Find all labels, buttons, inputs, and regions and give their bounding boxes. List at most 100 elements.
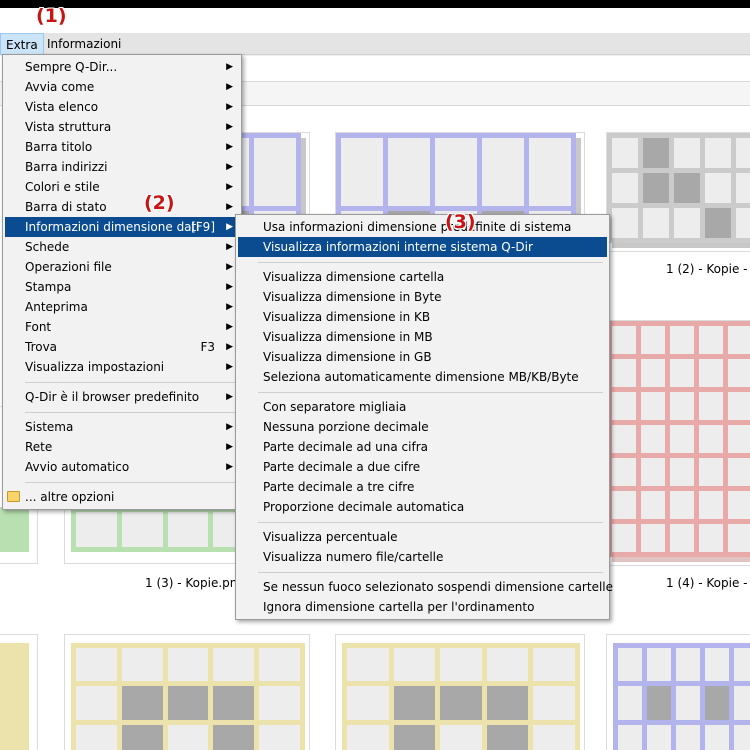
menu-item-label: Sempre Q-Dir... — [25, 60, 118, 74]
submenu-item-una-cifra[interactable]: Parte decimale ad una cifra — [238, 437, 607, 457]
menu-item-label: Avvia come — [25, 80, 95, 94]
thumbnail-yellow-1[interactable] — [64, 634, 310, 750]
submenu-arrow-icon: ▶ — [226, 392, 233, 402]
submenu-item-mb[interactable]: Visualizza dimensione in MB — [238, 327, 607, 347]
menu-item-shortcut: [F9] — [191, 220, 215, 234]
submenu-item-tre-cifre[interactable]: Parte decimale a tre cifre — [238, 477, 607, 497]
submenu-item-ignora-ordinamento[interactable]: Ignora dimensione cartella per l'ordinam… — [238, 597, 607, 617]
menu-item-label: Barra indirizzi — [25, 160, 108, 174]
folder-icon — [7, 491, 20, 502]
submenu-item-kb[interactable]: Visualizza dimensione in KB — [238, 307, 607, 327]
menu-item-label: Ignora dimensione cartella per l'ordinam… — [263, 600, 535, 614]
menu-item-sistema[interactable]: Sistema ▶ — [5, 417, 239, 437]
menu-extra[interactable]: Extra — [0, 33, 44, 55]
menu-item-trova[interactable]: Trova F3 ▶ — [5, 337, 239, 357]
menu-item-anteprima[interactable]: Anteprima ▶ — [5, 297, 239, 317]
submenu-item-percentuale[interactable]: Visualizza percentuale — [238, 527, 607, 547]
menu-item-label: Parte decimale a tre cifre — [263, 480, 415, 494]
menu-item-avvia-come[interactable]: Avvia come ▶ — [5, 77, 239, 97]
menu-item-label: Parte decimale a due cifre — [263, 460, 421, 474]
menu-item-label: Colori e stile — [25, 180, 100, 194]
menu-item-label: Operazioni file — [25, 260, 112, 274]
thumbnail-caption[interactable]: 1 (3) - Kopie.png — [145, 576, 245, 590]
menu-item-label: Visualizza dimensione in KB — [263, 310, 431, 324]
menu-item-informazioni-dimensione-dati[interactable]: Informazioni dimensione dati [F9] ▶ — [5, 217, 239, 237]
thumbnail-red[interactable] — [606, 320, 750, 566]
menu-separator — [258, 572, 603, 573]
menu-item-label: ... altre opzioni — [25, 490, 115, 504]
menu-separator — [25, 382, 235, 383]
submenu-arrow-icon: ▶ — [226, 102, 233, 112]
submenu-item-auto-mb-kb-byte[interactable]: Seleziona automaticamente dimensione MB/… — [238, 367, 607, 387]
menu-item-label: Se nessun fuoco selezionato sospendi dim… — [263, 580, 614, 594]
submenu-item-separatore-migliaia[interactable]: Con separatore migliaia — [238, 397, 607, 417]
submenu-item-sospendi-dimensione[interactable]: Se nessun fuoco selezionato sospendi dim… — [238, 577, 613, 597]
menu-item-label: Seleziona automaticamente dimensione MB/… — [263, 370, 579, 384]
submenu-arrow-icon: ▶ — [226, 462, 233, 472]
menu-item-label: Informazioni dimensione dati — [25, 220, 200, 234]
submenu-item-dimensione-cartella[interactable]: Visualizza dimensione cartella — [238, 267, 607, 287]
menu-item-altre-opzioni[interactable]: ... altre opzioni — [5, 487, 239, 507]
submenu-item-usa-predefinite[interactable]: Usa informazioni dimensione predefinite … — [238, 217, 607, 237]
submenu-arrow-icon: ▶ — [226, 242, 233, 252]
menu-item-label: Visualizza numero file/cartelle — [263, 550, 444, 564]
menu-item-vista-struttura[interactable]: Vista struttura ▶ — [5, 117, 239, 137]
submenu-arrow-icon: ▶ — [226, 442, 233, 452]
menu-separator — [258, 262, 603, 263]
menu-item-label: Barra di stato — [25, 200, 107, 214]
submenu-item-numero-file[interactable]: Visualizza numero file/cartelle — [238, 547, 607, 567]
menu-separator — [25, 482, 235, 483]
submenu-arrow-icon: ▶ — [226, 362, 233, 372]
submenu-item-due-cifre[interactable]: Parte decimale a due cifre — [238, 457, 607, 477]
menu-item-label: Usa informazioni dimensione predefinite … — [263, 220, 572, 234]
menu-item-sempre-qdir[interactable]: Sempre Q-Dir... ▶ — [5, 57, 239, 77]
thumbnail-image — [0, 643, 29, 750]
thumbnail-image — [71, 643, 305, 750]
submenu-arrow-icon: ▶ — [226, 282, 233, 292]
menu-item-schede[interactable]: Schede ▶ — [5, 237, 239, 257]
thumbnail-yellow-left[interactable] — [0, 634, 38, 750]
menu-item-label: Sistema — [25, 420, 74, 434]
menu-separator — [258, 522, 603, 523]
data-size-submenu: Usa informazioni dimensione predefinite … — [235, 214, 613, 620]
submenu-arrow-icon: ▶ — [226, 422, 233, 432]
menu-item-visualizza-impostazioni[interactable]: Visualizza impostazioni ▶ — [5, 357, 239, 377]
menu-item-label: Vista struttura — [25, 120, 112, 134]
menu-item-font[interactable]: Font ▶ — [5, 317, 239, 337]
thumbnail-blue-3[interactable] — [606, 634, 750, 750]
menu-item-label: Visualizza percentuale — [263, 530, 398, 544]
menu-item-rete[interactable]: Rete ▶ — [5, 437, 239, 457]
menu-item-stampa[interactable]: Stampa ▶ — [5, 277, 239, 297]
menu-item-label: Proporzione decimale automatica — [263, 500, 465, 514]
submenu-item-info-interne-qdir[interactable]: Visualizza informazioni interne sistema … — [238, 237, 607, 257]
menu-item-operazioni-file[interactable]: Operazioni file ▶ — [5, 257, 239, 277]
submenu-arrow-icon: ▶ — [226, 82, 233, 92]
thumbnail-gray[interactable] — [606, 132, 750, 252]
annotation-step-2: (2) — [144, 192, 175, 214]
submenu-item-gb[interactable]: Visualizza dimensione in GB — [238, 347, 607, 367]
menu-informazioni[interactable]: Informazioni — [42, 33, 126, 55]
menu-item-label: Avvio automatico — [25, 460, 130, 474]
submenu-arrow-icon: ▶ — [226, 202, 233, 212]
menu-item-vista-elenco[interactable]: Vista elenco ▶ — [5, 97, 239, 117]
submenu-arrow-icon: ▶ — [226, 322, 233, 332]
menu-item-label: Con separatore migliaia — [263, 400, 407, 414]
menu-item-barra-stato[interactable]: Barra di stato ▶ — [5, 197, 239, 217]
submenu-item-nessuna-decimale[interactable]: Nessuna porzione decimale — [238, 417, 607, 437]
thumbnail-yellow-2[interactable] — [335, 634, 585, 750]
menu-item-barra-titolo[interactable]: Barra titolo ▶ — [5, 137, 239, 157]
submenu-item-decimale-automatica[interactable]: Proporzione decimale automatica — [238, 497, 607, 517]
title-bar — [0, 8, 750, 33]
submenu-item-byte[interactable]: Visualizza dimensione in Byte — [238, 287, 607, 307]
menu-item-browser-predefinito[interactable]: Q-Dir è il browser predefinito ▶ — [5, 387, 239, 407]
thumbnail-image — [342, 643, 580, 750]
menu-item-barra-indirizzi[interactable]: Barra indirizzi ▶ — [5, 157, 239, 177]
menu-item-label: Schede — [25, 240, 70, 254]
thumbnail-caption[interactable]: 1 (2) - Kopie - Ko — [666, 262, 750, 276]
thumbnail-caption[interactable]: 1 (4) - Kopie - Ko — [666, 576, 750, 590]
menu-item-colori-stile[interactable]: Colori e stile ▶ — [5, 177, 239, 197]
menu-item-avvio-automatico[interactable]: Avvio automatico ▶ — [5, 457, 239, 477]
menu-item-label: Visualizza impostazioni — [25, 360, 165, 374]
submenu-arrow-icon: ▶ — [226, 262, 233, 272]
menu-item-label: Visualizza dimensione in GB — [263, 350, 432, 364]
